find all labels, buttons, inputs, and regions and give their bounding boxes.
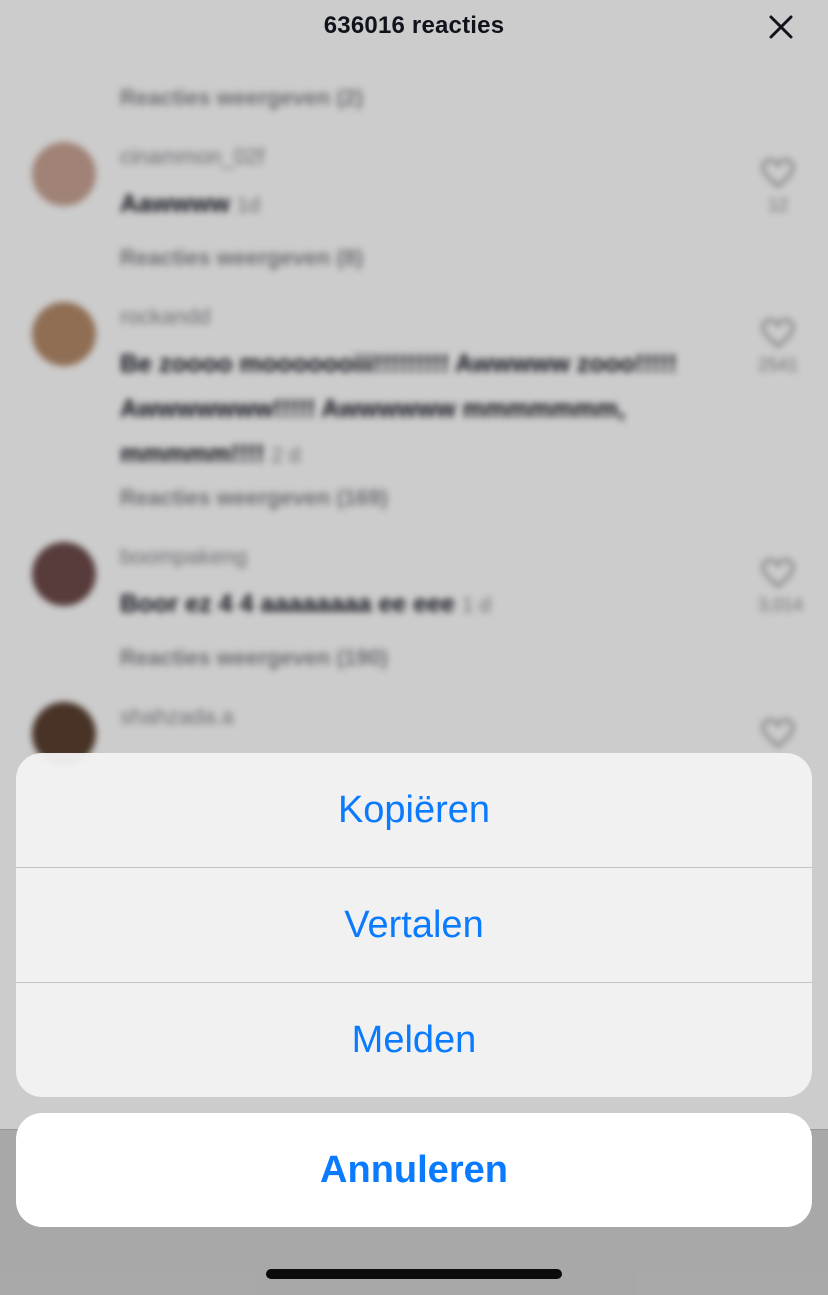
home-indicator[interactable] [266, 1269, 562, 1279]
cancel-button[interactable]: Annuleren [16, 1113, 812, 1227]
dim-overlay[interactable] [0, 0, 828, 1295]
copy-button[interactable]: Kopiëren [16, 753, 812, 867]
report-button[interactable]: Melden [16, 982, 812, 1097]
translate-button[interactable]: Vertalen [16, 867, 812, 982]
action-sheet: Kopiëren Vertalen Melden [16, 753, 812, 1097]
